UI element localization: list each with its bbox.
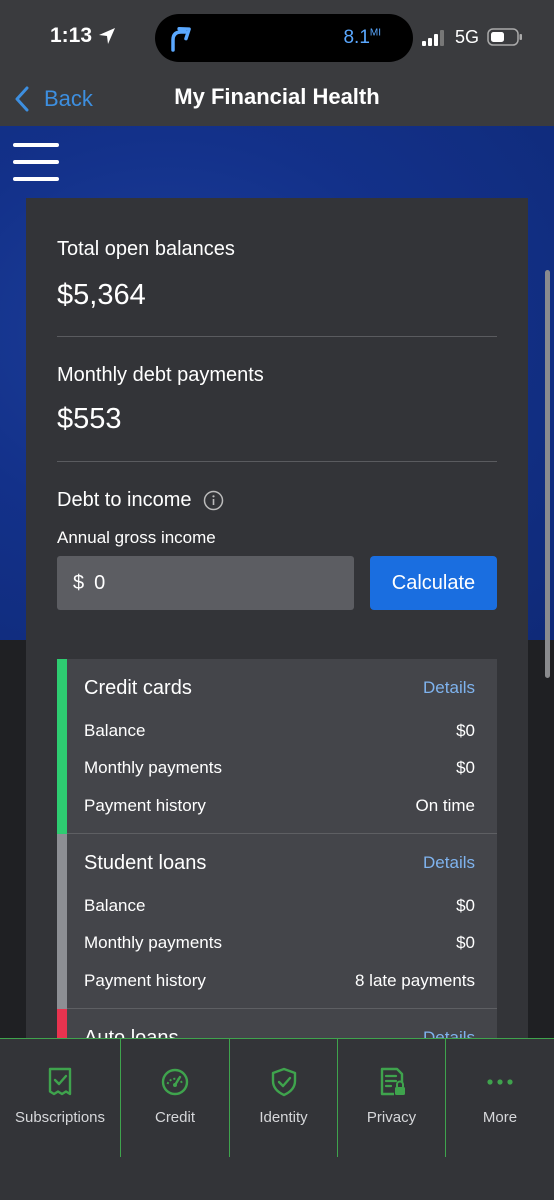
tab-subscriptions[interactable]: Subscriptions	[0, 1039, 120, 1157]
details-link[interactable]: Details	[423, 678, 475, 698]
more-dots-icon	[487, 1079, 513, 1085]
annual-income-input[interactable]	[94, 571, 315, 595]
debt-section-student-loans: Student loans Details Balance $0 Monthly…	[57, 834, 497, 1009]
annual-income-label: Annual gross income	[57, 528, 216, 547]
row-label: Balance	[84, 721, 146, 740]
row-label: Payment history	[84, 971, 206, 990]
row-value: $0	[456, 721, 475, 740]
row-value: On time	[415, 796, 475, 815]
island-distance: 8.1MI	[343, 27, 381, 48]
row-value: $0	[456, 896, 475, 915]
gauge-icon	[161, 1068, 189, 1096]
battery-icon	[487, 28, 522, 46]
financial-summary-card: Total open balances $5,364 Monthly debt …	[26, 198, 528, 1040]
row-label: Payment history	[84, 796, 206, 815]
status-time: 1:13	[50, 24, 93, 47]
debt-row: Payment history On time	[84, 796, 475, 816]
back-label: Back	[44, 86, 93, 111]
dynamic-island: 8.1MI	[155, 14, 413, 62]
row-value: $0	[456, 933, 475, 952]
debt-row: Monthly payments $0	[84, 933, 475, 953]
status-color-bar	[57, 834, 67, 1009]
tab-label: Credit	[154, 1109, 195, 1126]
tab-label: Identity	[259, 1109, 308, 1126]
network-type: 5G	[455, 27, 480, 47]
tab-identity[interactable]: Identity	[230, 1039, 337, 1157]
debt-section-credit-cards: Credit cards Details Balance $0 Monthly …	[57, 659, 497, 834]
total-balances-value: $5,364	[57, 279, 146, 311]
debt-row: Balance $0	[84, 721, 475, 741]
back-button[interactable]: Back	[14, 82, 93, 116]
scrollbar[interactable]	[545, 270, 550, 678]
total-balances-label: Total open balances	[57, 238, 235, 260]
status-bar: 1:13 8.1MI 5G	[0, 0, 554, 72]
signal-bars-icon	[422, 30, 444, 46]
turn-arrow-icon	[171, 27, 191, 52]
status-color-bar	[57, 659, 67, 834]
debt-row: Balance $0	[84, 896, 475, 916]
debt-to-income-label: Debt to income	[57, 489, 192, 511]
info-icon[interactable]	[203, 490, 224, 511]
debt-section-auto-loans: Auto loans Details	[57, 1009, 497, 1040]
annual-income-field[interactable]: $	[57, 556, 354, 610]
tab-label: Privacy	[366, 1109, 417, 1126]
location-arrow-icon	[99, 28, 115, 44]
monthly-payments-value: $553	[57, 403, 122, 435]
debt-row: Payment history 8 late payments	[84, 971, 475, 991]
row-label: Monthly payments	[84, 933, 222, 952]
document-lock-icon	[380, 1067, 405, 1096]
divider	[57, 461, 497, 462]
calculate-button[interactable]: Calculate	[370, 556, 497, 610]
row-value: $0	[456, 758, 475, 777]
tab-privacy[interactable]: Privacy	[338, 1039, 445, 1157]
currency-prefix: $	[73, 571, 85, 594]
shield-check-icon	[271, 1067, 296, 1097]
tab-label: Subscriptions	[14, 1109, 106, 1126]
debt-title: Student loans	[84, 852, 207, 874]
tab-more[interactable]: More	[446, 1039, 554, 1157]
row-label: Balance	[84, 896, 146, 915]
bottom-tab-bar: Subscriptions Credit Identity Privacy Mo…	[0, 1038, 554, 1200]
debt-title: Credit cards	[84, 677, 192, 699]
details-link[interactable]: Details	[423, 853, 475, 873]
tab-credit[interactable]: Credit	[121, 1039, 229, 1157]
monthly-payments-label: Monthly debt payments	[57, 364, 264, 386]
menu-hamburger-icon[interactable]	[13, 143, 59, 183]
receipt-check-icon	[48, 1067, 72, 1096]
debt-row: Monthly payments $0	[84, 758, 475, 778]
navigation-bar: My Financial Health Back	[0, 72, 554, 126]
row-label: Monthly payments	[84, 758, 222, 777]
status-color-bar	[57, 1009, 67, 1040]
chevron-left-icon	[15, 86, 29, 112]
row-value: 8 late payments	[354, 971, 475, 990]
divider	[57, 336, 497, 337]
tab-label: More	[482, 1109, 518, 1126]
